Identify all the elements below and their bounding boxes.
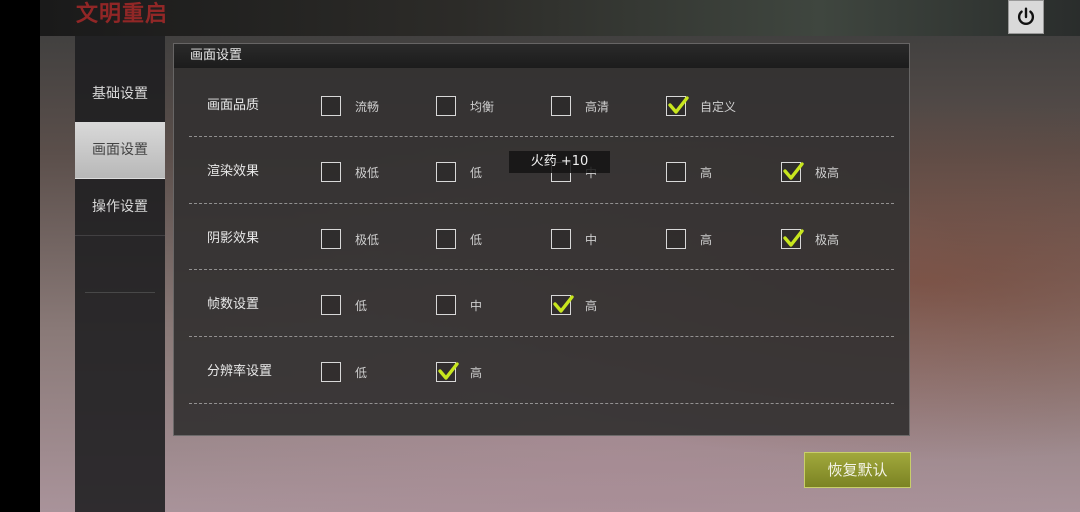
row-divider xyxy=(189,269,894,270)
sidebar-item-controls[interactable]: 操作设置 xyxy=(75,179,165,236)
option-quality-3[interactable]: 自定义 xyxy=(666,96,736,116)
graphics-settings-panel: 画面设置 画面品质流畅均衡高清自定义渲染效果极低低中高极高阴影效果极低低中高极高… xyxy=(173,43,910,436)
reward-toast: 火药 +10 xyxy=(509,151,610,173)
settings-sidebar: 基础设置 画面设置 操作设置 xyxy=(75,36,165,512)
option-label: 自定义 xyxy=(700,99,737,114)
option-shadow-1[interactable]: 低 xyxy=(436,229,482,249)
checkbox[interactable] xyxy=(781,229,804,249)
checkbox[interactable] xyxy=(666,96,689,116)
panel-title: 画面设置 xyxy=(174,44,909,68)
option-render-4[interactable]: 极高 xyxy=(781,162,839,182)
checkbox[interactable] xyxy=(321,295,341,315)
option-label: 高 xyxy=(700,165,713,180)
option-quality-1[interactable]: 均衡 xyxy=(436,96,494,116)
option-framerate-0[interactable]: 低 xyxy=(321,295,367,315)
checkbox[interactable] xyxy=(321,96,341,116)
option-shadow-3[interactable]: 高 xyxy=(666,229,712,249)
option-label: 低 xyxy=(355,298,368,313)
option-shadow-4[interactable]: 极高 xyxy=(781,229,839,249)
option-label: 极高 xyxy=(815,232,840,247)
top-bar xyxy=(40,0,1080,36)
checkbox[interactable] xyxy=(436,229,456,249)
row-label-shadow: 阴影效果 xyxy=(207,231,260,246)
option-label: 极高 xyxy=(815,165,840,180)
option-label: 中 xyxy=(585,232,598,247)
option-shadow-2[interactable]: 中 xyxy=(551,229,597,249)
option-resolution-0[interactable]: 低 xyxy=(321,362,367,382)
sidebar-divider xyxy=(85,292,155,293)
row-divider xyxy=(189,403,894,404)
checkbox[interactable] xyxy=(436,362,459,382)
row-label-quality: 画面品质 xyxy=(207,98,260,113)
check-icon xyxy=(438,362,459,380)
option-label: 中 xyxy=(470,298,483,313)
option-shadow-0[interactable]: 极低 xyxy=(321,229,379,249)
row-label-resolution: 分辨率设置 xyxy=(207,364,273,379)
option-label: 低 xyxy=(470,165,483,180)
option-label: 低 xyxy=(470,232,483,247)
checkbox[interactable] xyxy=(666,162,686,182)
option-label: 高清 xyxy=(585,99,610,114)
sidebar-item-basic[interactable]: 基础设置 xyxy=(75,66,165,123)
checkbox[interactable] xyxy=(321,362,341,382)
checkbox[interactable] xyxy=(436,96,456,116)
option-resolution-1[interactable]: 高 xyxy=(436,362,482,382)
option-label: 均衡 xyxy=(470,99,495,114)
option-label: 高 xyxy=(585,298,598,313)
row-label-framerate: 帧数设置 xyxy=(207,297,260,312)
check-icon xyxy=(553,295,574,313)
option-render-0[interactable]: 极低 xyxy=(321,162,379,182)
option-label: 流畅 xyxy=(355,99,380,114)
checkbox[interactable] xyxy=(436,162,456,182)
option-label: 低 xyxy=(355,365,368,380)
game-logo: 文明重启 xyxy=(76,2,169,27)
check-icon xyxy=(668,96,689,114)
checkbox[interactable] xyxy=(781,162,804,182)
option-render-3[interactable]: 高 xyxy=(666,162,712,182)
option-label: 极低 xyxy=(355,165,380,180)
row-label-render: 渲染效果 xyxy=(207,164,260,179)
option-quality-0[interactable]: 流畅 xyxy=(321,96,379,116)
option-framerate-1[interactable]: 中 xyxy=(436,295,482,315)
row-divider xyxy=(189,203,894,204)
sidebar-item-graphics[interactable]: 画面设置 xyxy=(75,122,165,179)
option-framerate-2[interactable]: 高 xyxy=(551,295,597,315)
check-icon xyxy=(783,162,804,180)
checkbox[interactable] xyxy=(666,229,686,249)
checkbox[interactable] xyxy=(551,295,574,315)
row-divider xyxy=(189,136,894,137)
checkbox[interactable] xyxy=(551,229,571,249)
row-divider xyxy=(189,336,894,337)
checkbox[interactable] xyxy=(436,295,456,315)
option-quality-2[interactable]: 高清 xyxy=(551,96,609,116)
checkbox[interactable] xyxy=(551,96,571,116)
power-button[interactable] xyxy=(1008,0,1044,34)
checkbox[interactable] xyxy=(321,229,341,249)
option-label: 高 xyxy=(700,232,713,247)
option-label: 高 xyxy=(470,365,483,380)
checkbox[interactable] xyxy=(321,162,341,182)
option-render-1[interactable]: 低 xyxy=(436,162,482,182)
check-icon xyxy=(783,229,804,247)
option-label: 极低 xyxy=(355,232,380,247)
power-icon xyxy=(1017,7,1035,26)
reset-defaults-button[interactable]: 恢复默认 xyxy=(804,452,911,488)
